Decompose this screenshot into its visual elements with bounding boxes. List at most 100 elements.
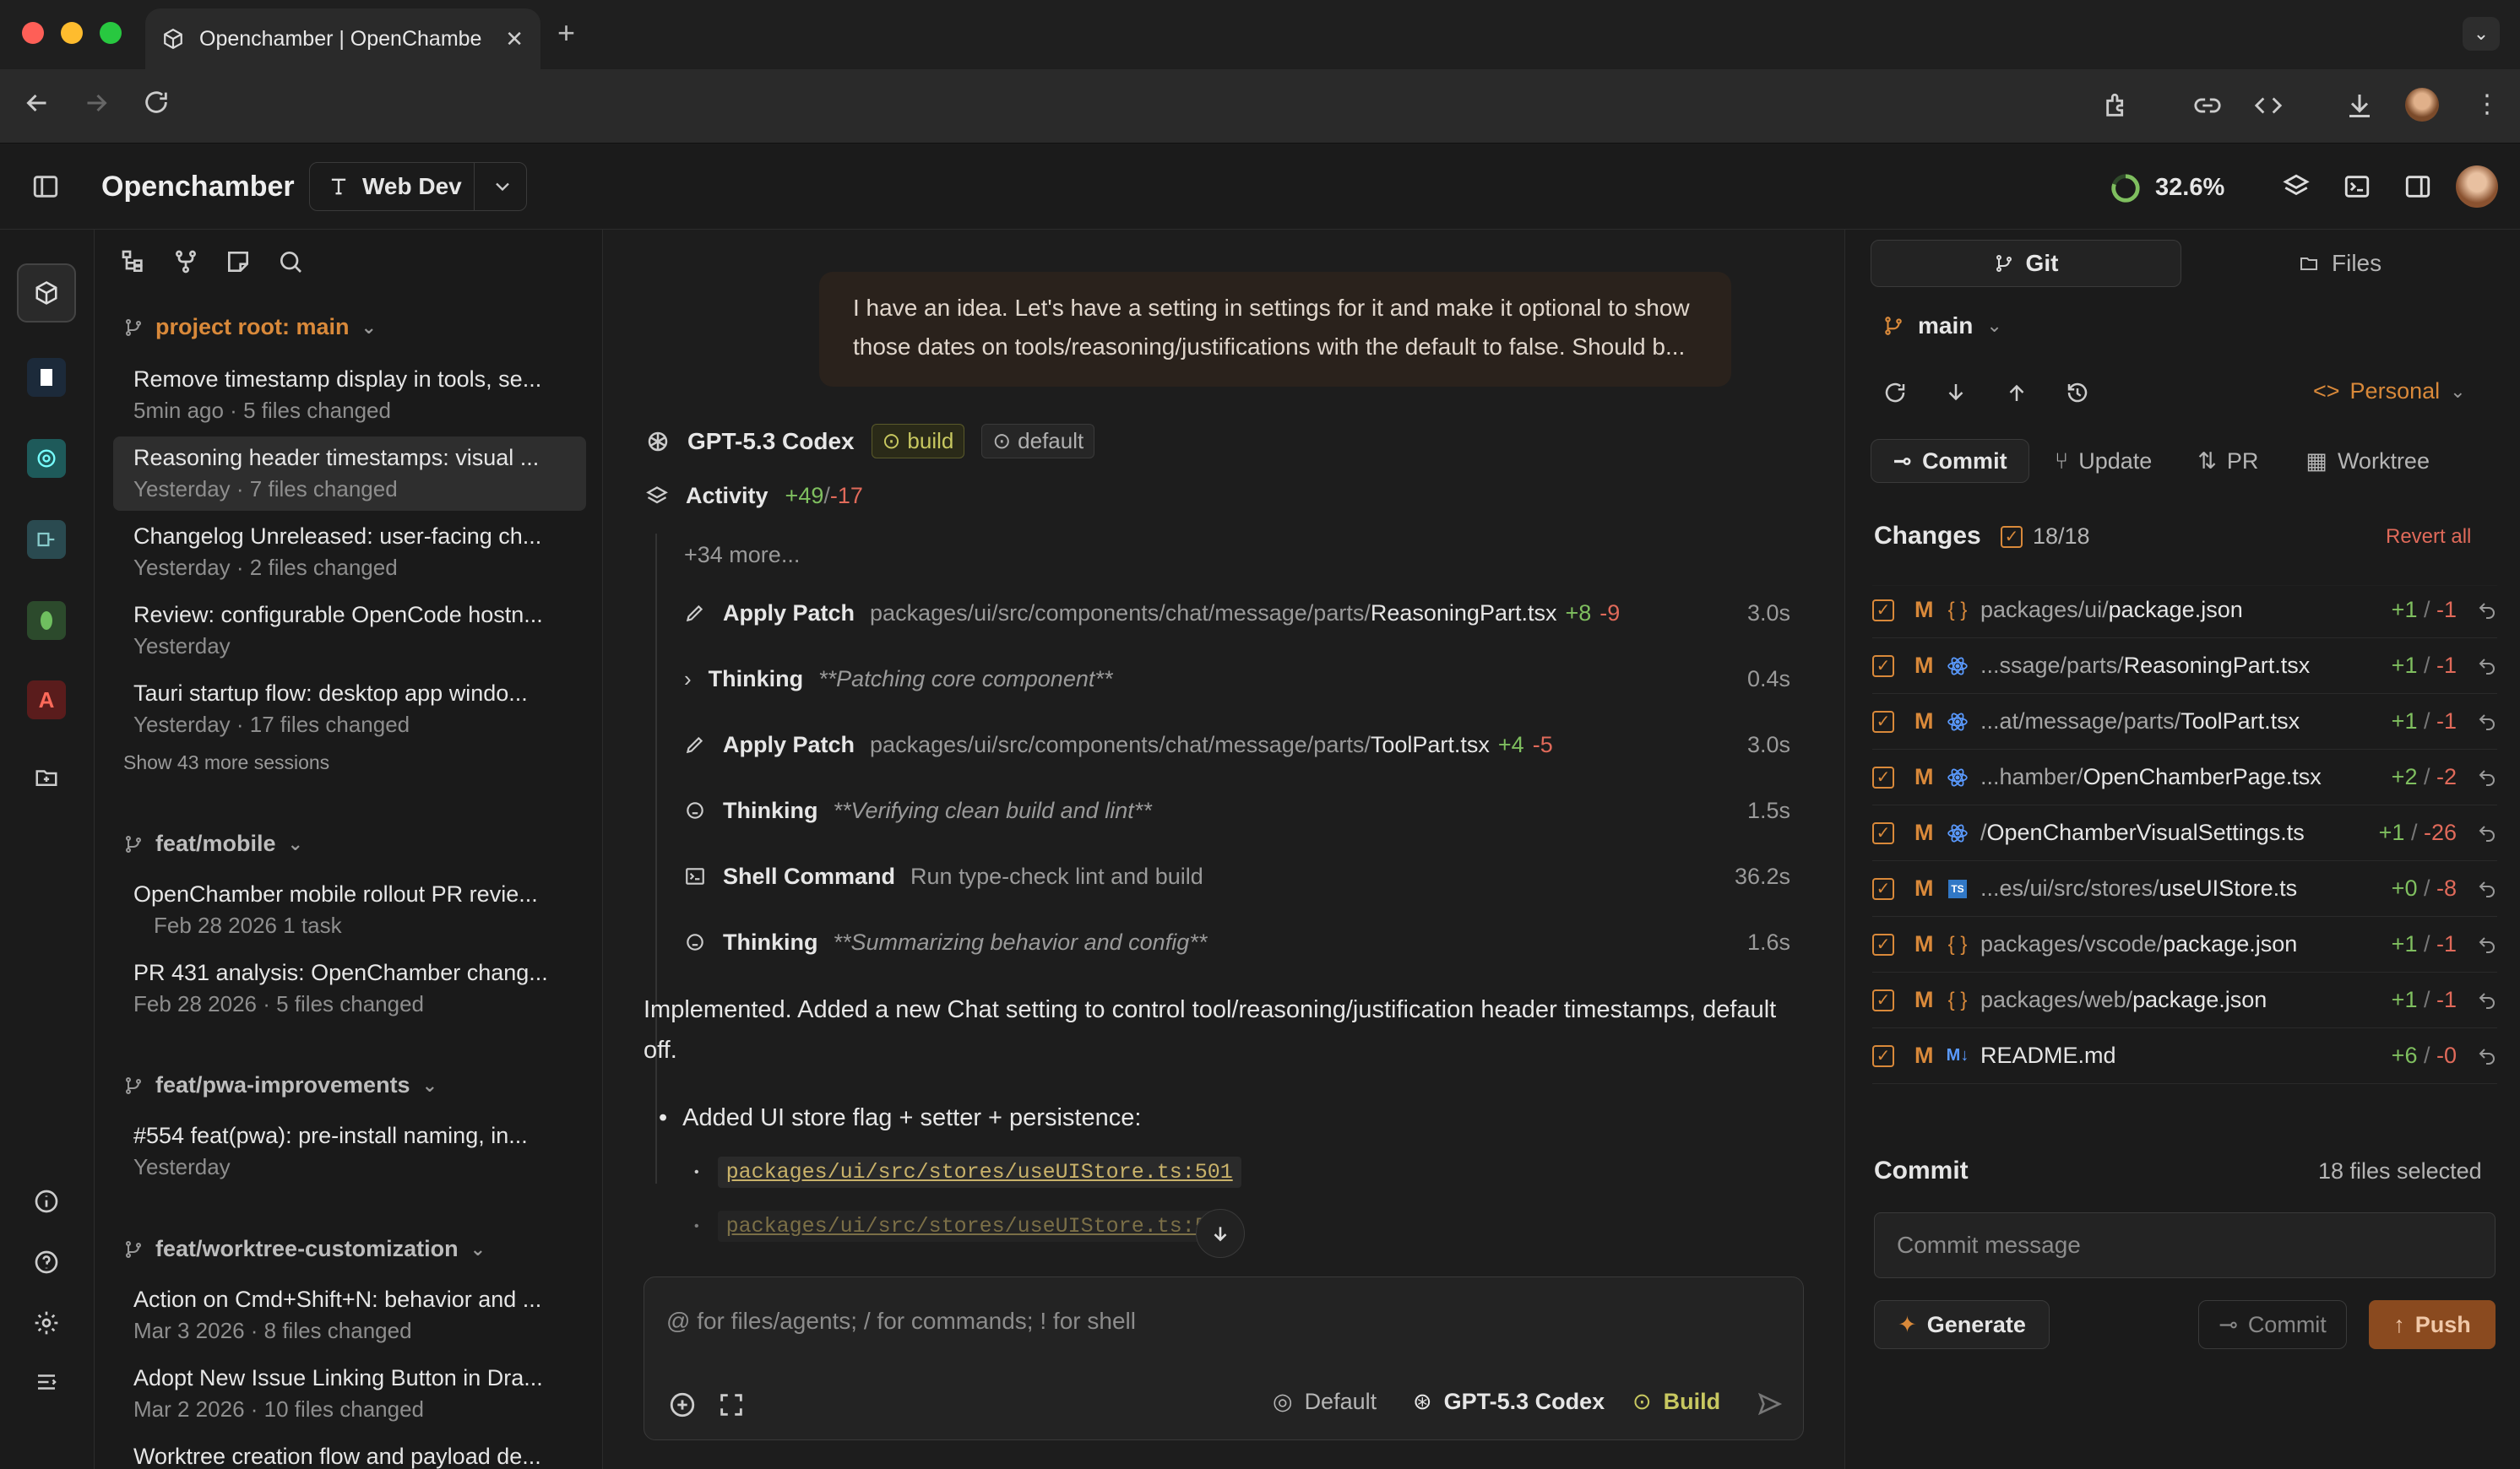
project-3[interactable] (17, 429, 76, 488)
file-checkbox[interactable]: ✓ (1872, 599, 1894, 621)
tab-files[interactable]: Files (2298, 250, 2382, 277)
settings-gear-icon[interactable] (17, 1293, 76, 1352)
activity-step[interactable]: Apply Patch packages/ui/src/components/c… (684, 719, 1790, 770)
file-checkbox[interactable]: ✓ (1872, 877, 1894, 900)
update-tab[interactable]: ⑂ Update (2055, 448, 2152, 474)
revert-file-icon[interactable] (2477, 767, 2497, 788)
info-icon[interactable] (17, 1172, 76, 1231)
tree-view-icon[interactable] (120, 248, 147, 275)
refresh-icon[interactable] (1882, 380, 1908, 405)
file-checkbox[interactable]: ✓ (1872, 710, 1894, 733)
revert-all-button[interactable]: Revert all (2386, 525, 2471, 549)
add-project-icon[interactable] (17, 748, 76, 807)
activity-step[interactable]: Thinking **Summarizing behavior and conf… (684, 917, 1790, 968)
file-checkbox[interactable]: ✓ (1872, 1044, 1894, 1067)
mode-selector[interactable]: ⊙ Build (1632, 1389, 1720, 1415)
workspace-selector[interactable]: Web Dev (309, 162, 527, 211)
file-checkbox[interactable]: ✓ (1872, 989, 1894, 1011)
changed-file-row[interactable]: ✓ M ...ssage/parts/ReasoningPart.tsx +1 / -… (1872, 638, 2497, 694)
session-item[interactable]: Review: configurable OpenCode hostn... Ye… (113, 594, 586, 668)
file-checkbox[interactable]: ✓ (1872, 933, 1894, 956)
file-checkbox[interactable]: ✓ (1872, 654, 1894, 677)
commit-tab[interactable]: ⊸ Commit (1871, 439, 2029, 483)
session-item-active[interactable]: Reasoning header timestamps: visual ... Y… (113, 436, 586, 511)
branch-group-mobile[interactable]: feat/mobile ⌄ (123, 831, 303, 857)
revert-file-icon[interactable] (2477, 656, 2497, 676)
project-openchamber[interactable] (17, 263, 76, 323)
project-5[interactable] (17, 591, 76, 650)
devtools-icon[interactable] (2253, 91, 2284, 120)
session-item[interactable]: Worktree creation flow and payload de... (113, 1435, 586, 1469)
revert-file-icon[interactable] (2477, 990, 2497, 1011)
changed-file-row[interactable]: ✓ M { } packages/vscode/package.json +1 / -1 (1872, 917, 2497, 973)
revert-file-icon[interactable] (2477, 1046, 2497, 1066)
activity-step[interactable]: Thinking **Verifying clean build and lin… (684, 785, 1790, 836)
expand-icon[interactable] (717, 1390, 746, 1419)
close-tab-icon[interactable]: ✕ (505, 26, 524, 52)
changed-file-row[interactable]: ✓ M TS ...es/ui/src/stores/useUIStore.ts +0 … (1872, 861, 2497, 917)
changed-file-row[interactable]: ✓ M/OpenChamberVisualSettings.ts +1 / -26 (1872, 805, 2497, 861)
scroll-down-icon[interactable] (1196, 1209, 1245, 1258)
file-checkbox[interactable]: ✓ (1872, 766, 1894, 789)
notes-icon[interactable] (225, 248, 252, 275)
model-selector[interactable]: ⊛ GPT-5.3 Codex (1413, 1389, 1605, 1415)
close-window-button[interactable] (22, 22, 44, 44)
search-icon[interactable] (277, 248, 304, 275)
extensions-icon[interactable] (2103, 91, 2132, 120)
changed-file-row[interactable]: ✓ M { } packages/web/package.json +1 / -1 (1872, 973, 2497, 1028)
activity-header[interactable]: Activity +49/-17 (645, 483, 863, 509)
reload-icon[interactable] (142, 88, 171, 117)
session-item[interactable]: Action on Cmd+Shift+N: behavior and ... M… (113, 1278, 586, 1352)
branch-icon[interactable] (172, 248, 199, 275)
changed-file-row[interactable]: ✓ M ...at/message/parts/ToolPart.tsx +1 / -… (1872, 694, 2497, 750)
revert-file-icon[interactable] (2477, 823, 2497, 843)
terminal-icon[interactable] (2343, 172, 2371, 201)
browser-menu-icon[interactable]: ⋮ (2474, 88, 2500, 122)
revert-file-icon[interactable] (2477, 600, 2497, 621)
changed-file-row[interactable]: ✓ M ...hamber/OpenChamberPage.tsx +2 / -2 (1872, 750, 2497, 805)
agent-selector[interactable]: ◎ Default (1273, 1389, 1377, 1415)
commit-message-input[interactable]: Commit message (1874, 1212, 2496, 1278)
add-attachment-icon[interactable] (668, 1390, 697, 1419)
session-item[interactable]: Remove timestamp display in tools, se...… (113, 358, 586, 432)
session-item[interactable]: PR 431 analysis: OpenChamber chang... Feb… (113, 951, 586, 1026)
link-icon[interactable] (2192, 91, 2223, 120)
send-icon[interactable] (1756, 1390, 1783, 1418)
revert-file-icon[interactable] (2477, 935, 2497, 955)
downloads-icon[interactable] (2344, 89, 2375, 120)
file-checkbox[interactable]: ✓ (1872, 821, 1894, 844)
session-item[interactable]: Adopt New Issue Linking Button in Dra...… (113, 1357, 586, 1431)
commit-button[interactable]: ⊸ Commit (2198, 1300, 2347, 1349)
project-6[interactable]: A (17, 670, 76, 729)
forward-icon[interactable] (81, 88, 111, 118)
zoom-window-button[interactable] (100, 22, 122, 44)
branch-selector[interactable]: main ⌄ (1882, 312, 2002, 339)
browser-tab[interactable]: Openchamber | OpenChambe ✕ (145, 8, 540, 69)
revert-file-icon[interactable] (2477, 879, 2497, 899)
sidebar-toggle-icon[interactable] (30, 172, 61, 201)
activity-step[interactable]: › Thinking **Patching core component** 0… (684, 653, 1790, 704)
code-link[interactable]: packages/ui/src/stores/useUIStore.ts:5 (717, 1211, 1216, 1242)
worktree-tab[interactable]: ▦ Worktree (2305, 448, 2430, 474)
session-item[interactable]: Tauri startup flow: desktop app windo...… (113, 672, 586, 746)
changed-file-row[interactable]: ✓ M M↓ README.md +6 / -0 (1872, 1028, 2497, 1084)
pr-tab[interactable]: ⇅ PR (2197, 448, 2258, 474)
generate-button[interactable]: ✦ Generate (1874, 1300, 2050, 1349)
identity-selector[interactable]: <> Personal ⌄ (2313, 378, 2466, 404)
project-4[interactable] (17, 510, 76, 569)
pull-icon[interactable] (1943, 380, 1969, 405)
profile-avatar[interactable] (2405, 88, 2439, 122)
branch-group-pwa[interactable]: feat/pwa-improvements ⌄ (123, 1072, 437, 1098)
show-more-sessions[interactable]: Show 43 more sessions (123, 751, 329, 774)
push-button[interactable]: ↑ Push (2369, 1300, 2496, 1349)
right-panel-toggle-icon[interactable] (2403, 172, 2432, 201)
new-tab-button[interactable]: + (557, 15, 575, 51)
session-item[interactable]: Changelog Unreleased: user-facing ch... Y… (113, 515, 586, 589)
revert-file-icon[interactable] (2477, 712, 2497, 732)
session-item[interactable]: #554 feat(pwa): pre-install naming, in..… (113, 1114, 586, 1189)
chevron-down-icon[interactable] (491, 175, 514, 198)
changes-count[interactable]: ✓ 18/18 (2001, 523, 2090, 550)
branch-group-worktree[interactable]: feat/worktree-customization ⌄ (123, 1236, 486, 1262)
back-icon[interactable] (22, 88, 52, 118)
history-icon[interactable] (2065, 380, 2090, 405)
